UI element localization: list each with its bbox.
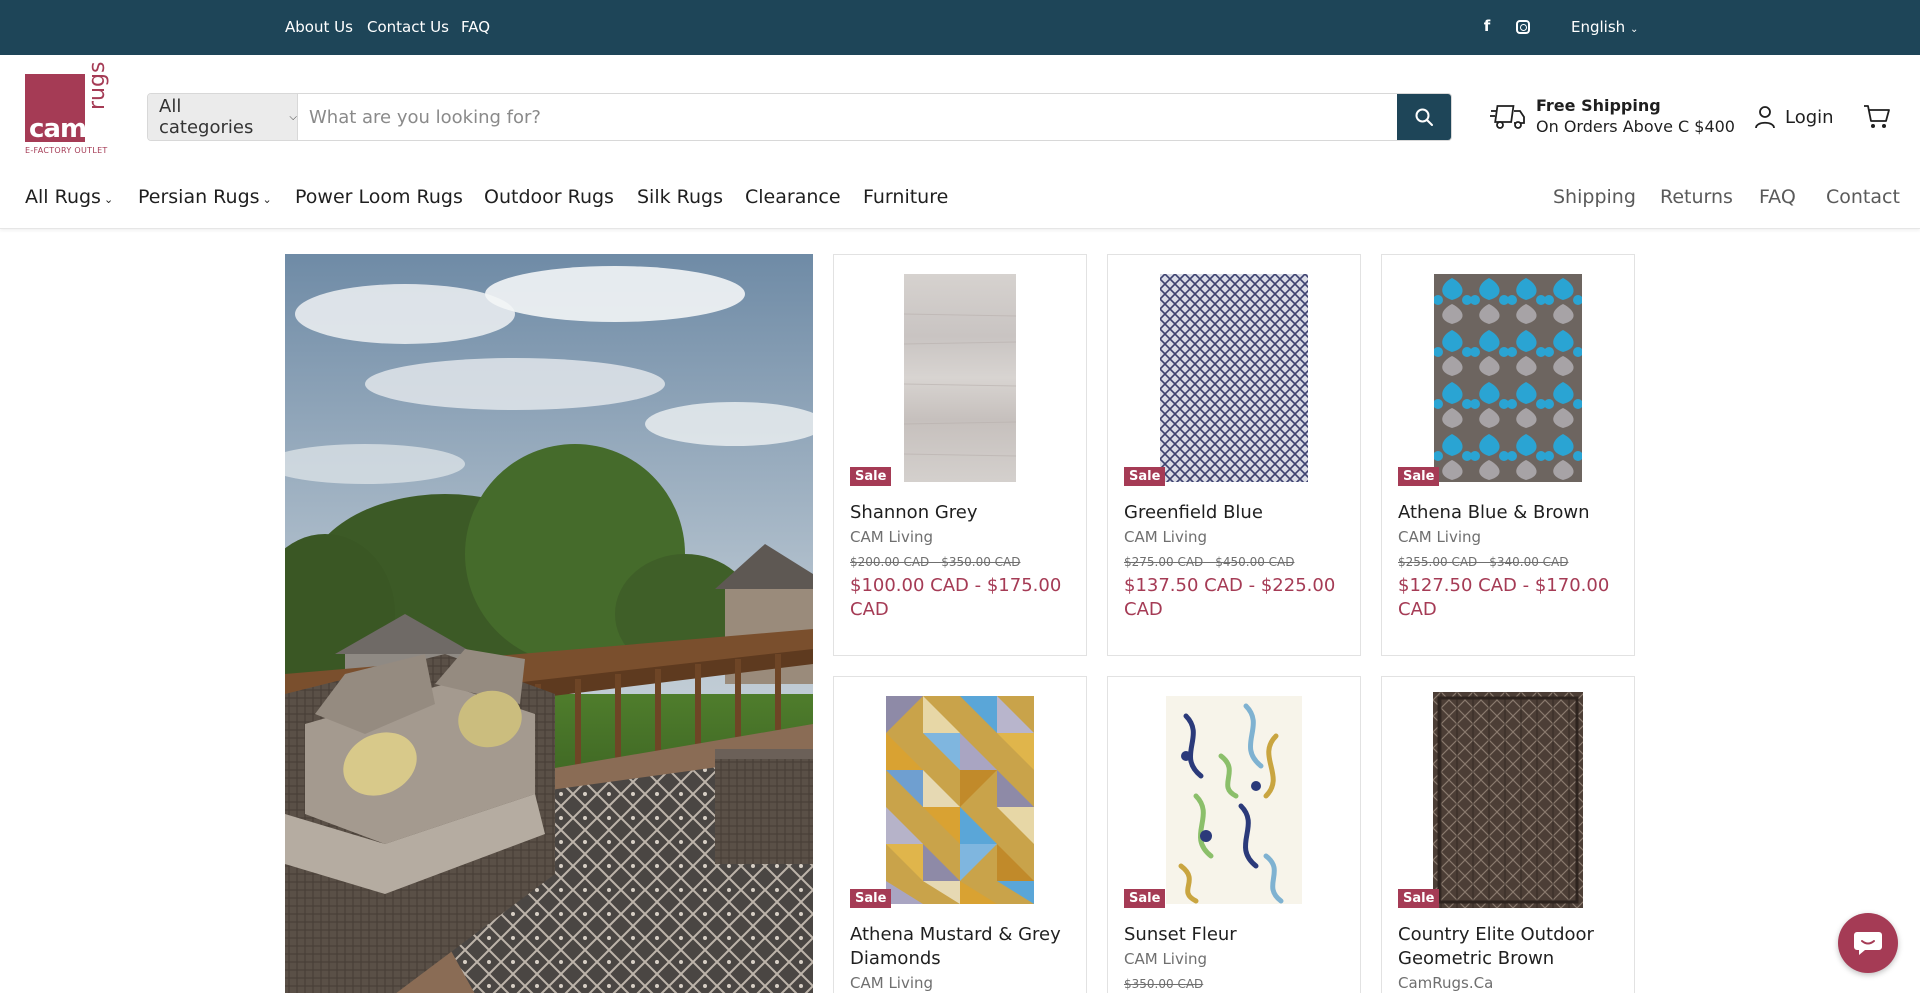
language-label: English bbox=[1571, 18, 1626, 36]
sale-price: $127.50 CAD - $170.00 CAD bbox=[1398, 575, 1610, 620]
product-title[interactable]: Greenfield Blue bbox=[1124, 501, 1349, 525]
logo-tagline: E-FACTORY OUTLET bbox=[25, 146, 108, 155]
product-card[interactable]: Sale Athena Blue & Brown CAM Living $255… bbox=[1381, 254, 1635, 656]
login-link[interactable]: Login bbox=[1755, 104, 1834, 130]
nav-item-persian-rugs[interactable]: Persian Rugs ⌄ bbox=[138, 186, 272, 208]
chevron-down-icon: ⌵ bbox=[289, 111, 297, 123]
chevron-down-icon: ⌄ bbox=[262, 193, 272, 206]
about-us-link[interactable]: About Us bbox=[285, 18, 353, 36]
product-image[interactable] bbox=[1123, 692, 1345, 908]
nav-item-furniture[interactable]: Furniture bbox=[863, 186, 948, 208]
contact-us-link[interactable]: Contact Us bbox=[367, 18, 449, 36]
product-card[interactable]: Sale Athena Mustard & Grey Diamonds CAM … bbox=[833, 676, 1087, 993]
product-image[interactable] bbox=[1397, 692, 1619, 908]
chevron-down-icon: ⌄ bbox=[1629, 24, 1639, 35]
truck-icon bbox=[1490, 105, 1525, 129]
shipping-subtitle: On Orders Above C $400 bbox=[1536, 117, 1735, 136]
nav-item-all-rugs[interactable]: All Rugs ⌄ bbox=[25, 186, 113, 208]
logo-text-rugs: rugs bbox=[85, 61, 110, 110]
site-logo[interactable]: cam rugs E-FACTORY OUTLET bbox=[25, 62, 121, 158]
search-bar: All categories ⌵ bbox=[147, 93, 1452, 141]
sale-badge: Sale bbox=[1398, 467, 1440, 486]
free-shipping-promo: Free Shipping On Orders Above C $400 bbox=[1490, 96, 1735, 140]
user-icon bbox=[1755, 106, 1775, 129]
product-title[interactable]: Shannon Grey bbox=[850, 501, 1075, 525]
nav-item-power-loom-rugs[interactable]: Power Loom Rugs bbox=[295, 186, 463, 208]
sale-price: $100.00 CAD - $175.00 CAD bbox=[850, 575, 1062, 620]
nav-item-silk-rugs[interactable]: Silk Rugs bbox=[637, 186, 723, 208]
product-card[interactable]: Sale Country Elite Outdoor Geometric Bro… bbox=[1381, 676, 1635, 993]
product-card[interactable]: Sale Shannon Grey CAM Living $200.00 CAD… bbox=[833, 254, 1087, 656]
sale-badge: Sale bbox=[1398, 889, 1440, 908]
nav-item-label: Persian Rugs bbox=[138, 186, 260, 208]
instagram-icon[interactable] bbox=[1516, 20, 1530, 34]
shipping-title: Free Shipping bbox=[1536, 96, 1661, 115]
facebook-icon[interactable]: f bbox=[1478, 17, 1496, 35]
nav-item-returns[interactable]: Returns bbox=[1660, 186, 1733, 208]
faq-link[interactable]: FAQ bbox=[461, 18, 490, 36]
main-navigation: All Rugs ⌄ Persian Rugs ⌄ Power Loom Rugs … bbox=[0, 176, 1920, 229]
product-vendor: CAM Living bbox=[850, 974, 934, 992]
language-selector[interactable]: English ⌄ bbox=[1571, 18, 1638, 36]
sale-badge: Sale bbox=[1124, 467, 1166, 486]
nav-item-clearance[interactable]: Clearance bbox=[745, 186, 841, 208]
original-price: $350.00 CAD bbox=[1124, 977, 1204, 991]
chevron-down-icon: ⌄ bbox=[103, 193, 114, 206]
original-price: $200.00 CAD - $350.00 CAD bbox=[850, 555, 1021, 569]
cart-icon bbox=[1864, 105, 1890, 128]
product-vendor: CAM Living bbox=[850, 528, 934, 546]
sale-badge: Sale bbox=[1124, 889, 1166, 908]
product-vendor: CAM Living bbox=[1398, 528, 1482, 546]
product-title[interactable]: Athena Mustard & Grey Diamonds bbox=[850, 923, 1075, 971]
nav-item-faq[interactable]: FAQ bbox=[1759, 186, 1796, 208]
login-label: Login bbox=[1785, 106, 1834, 128]
product-card[interactable]: Sale Sunset Fleur CAM Living $350.00 CAD bbox=[1107, 676, 1361, 993]
search-input[interactable] bbox=[298, 94, 1397, 140]
nav-item-outdoor-rugs[interactable]: Outdoor Rugs bbox=[484, 186, 614, 208]
nav-item-label: All Rugs bbox=[25, 186, 101, 208]
sale-badge: Sale bbox=[850, 467, 892, 486]
product-title[interactable]: Country Elite Outdoor Geometric Brown bbox=[1398, 923, 1623, 971]
category-select-value: All categories bbox=[159, 96, 254, 138]
product-title[interactable]: Sunset Fleur bbox=[1124, 923, 1349, 947]
original-price: $255.00 CAD - $340.00 CAD bbox=[1398, 555, 1569, 569]
nav-item-shipping[interactable]: Shipping bbox=[1553, 186, 1636, 208]
product-image[interactable] bbox=[1123, 270, 1345, 486]
nav-item-contact[interactable]: Contact bbox=[1826, 186, 1900, 208]
sale-badge: Sale bbox=[850, 889, 892, 908]
product-image[interactable] bbox=[849, 692, 1071, 908]
product-image[interactable] bbox=[849, 270, 1071, 486]
category-select[interactable]: All categories ⌵ bbox=[148, 94, 298, 140]
sale-price: $137.50 CAD - $225.00 CAD bbox=[1124, 575, 1336, 620]
search-button[interactable] bbox=[1397, 94, 1451, 140]
cart-button[interactable] bbox=[1863, 103, 1891, 135]
product-vendor: CamRugs.Ca bbox=[1398, 974, 1494, 992]
product-vendor: CAM Living bbox=[1124, 950, 1208, 968]
search-icon bbox=[1415, 108, 1433, 126]
product-title[interactable]: Athena Blue & Brown bbox=[1398, 501, 1623, 525]
hero-lifestyle-image[interactable] bbox=[285, 254, 813, 993]
product-image[interactable] bbox=[1397, 270, 1619, 486]
product-card[interactable]: Sale Greenfield Blue CAM Living $275.00 … bbox=[1107, 254, 1361, 656]
original-price: $275.00 CAD - $450.00 CAD bbox=[1124, 555, 1295, 569]
product-vendor: CAM Living bbox=[1124, 528, 1208, 546]
chat-bubble-icon bbox=[1854, 932, 1882, 955]
top-utility-bar: About Us Contact Us FAQ f English ⌄ bbox=[0, 0, 1920, 55]
chat-widget-button[interactable] bbox=[1838, 913, 1898, 973]
logo-text-cam: cam bbox=[29, 114, 87, 144]
